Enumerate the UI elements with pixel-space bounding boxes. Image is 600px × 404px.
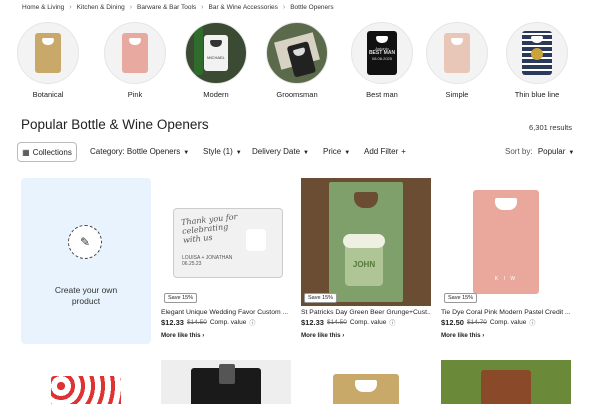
chevron-right-icon: › xyxy=(282,4,286,11)
product-image[interactable] xyxy=(333,374,399,404)
category-image xyxy=(266,22,328,84)
original-price: $14.50 xyxy=(186,319,207,326)
filter-category[interactable]: Category: Bottle Openers ▼ xyxy=(90,147,189,156)
category-image xyxy=(104,22,166,84)
category-best-man[interactable]: Antonio BEST MAN 08.08.2025 Best man xyxy=(346,22,418,99)
bottle-opener-thumbnail xyxy=(444,33,470,73)
chevron-down-icon: ▼ xyxy=(344,150,351,156)
product-card[interactable] xyxy=(301,360,431,404)
category-modern[interactable]: MICHAEL Modern xyxy=(180,22,252,99)
chevron-down-icon: ▼ xyxy=(303,150,309,156)
sale-price: $12.50 xyxy=(441,318,464,327)
product-card[interactable] xyxy=(21,360,151,404)
sale-badge: Save 15% xyxy=(164,293,198,303)
more-like-this-link[interactable]: More like this › xyxy=(441,332,571,339)
sale-price: $12.33 xyxy=(301,318,324,327)
product-name[interactable]: St Patricks Day Green Beer Grunge+Cust..… xyxy=(301,309,431,316)
page-title: Popular Bottle & Wine Openers xyxy=(21,117,209,132)
product-image[interactable] xyxy=(161,360,291,404)
product-image[interactable]: Thank you for celebrating with us LOUISA… xyxy=(161,178,291,306)
sale-badge: Save 15% xyxy=(304,293,338,303)
category-label: Botanical xyxy=(32,90,64,99)
add-filter-button[interactable]: Add Filter + xyxy=(364,147,406,156)
bottle-opener-thumbnail: MICHAEL xyxy=(204,35,228,71)
chevron-down-icon: ▼ xyxy=(568,150,575,156)
breadcrumb-bar-wine[interactable]: Bar & Wine Accessories xyxy=(209,4,278,11)
category-pink[interactable]: Pink xyxy=(99,22,171,99)
plus-icon: + xyxy=(401,147,406,156)
info-icon[interactable]: ⓘ xyxy=(529,318,535,327)
bottle-opener-thumbnail xyxy=(522,31,552,75)
category-image xyxy=(426,22,488,84)
category-label: Groomsman xyxy=(276,90,318,99)
category-groomsman[interactable]: Groomsman xyxy=(261,22,333,99)
category-label: Thin blue line xyxy=(514,90,560,99)
sort-dropdown[interactable]: Sort by: Popular ▼ xyxy=(505,147,574,156)
filter-price[interactable]: Price ▼ xyxy=(323,147,350,156)
chevron-right-icon: › xyxy=(129,4,133,11)
category-label: Pink xyxy=(127,90,143,99)
category-botanical[interactable]: Botanical xyxy=(12,22,84,99)
create-your-own-card[interactable]: ✎ Create your own product xyxy=(21,178,151,344)
product-card[interactable] xyxy=(161,360,291,404)
grid-icon: ▦ xyxy=(22,147,30,157)
product-name[interactable]: Tie Dye Coral Pink Modern Pastel Credit … xyxy=(441,309,571,316)
collections-button[interactable]: ▦ Collections xyxy=(17,142,77,162)
breadcrumb-home[interactable]: Home & Living xyxy=(22,4,64,11)
category-image xyxy=(17,22,79,84)
product-image[interactable] xyxy=(441,360,571,404)
product-card[interactable]: K I W Save 15% Tie Dye Coral Pink Modern… xyxy=(441,178,571,339)
chevron-right-icon: › xyxy=(201,4,204,11)
comp-value-label: Comp. value xyxy=(489,319,527,326)
category-carousel: Botanical Pink MICHAEL Modern Groomsman xyxy=(0,22,600,102)
chevron-down-icon: ▼ xyxy=(235,150,242,156)
chevron-down-icon: ▼ xyxy=(183,150,190,156)
category-label: Best man xyxy=(366,90,398,99)
bottle-opener-thumbnail xyxy=(35,33,61,73)
product-card[interactable]: JOHN Save 15% St Patricks Day Green Beer… xyxy=(301,178,431,339)
product-card[interactable]: Thank you for celebrating with us LOUISA… xyxy=(161,178,291,339)
bottle-opener-thumbnail xyxy=(122,33,148,73)
sale-badge: Save 15% xyxy=(444,293,478,303)
more-like-this-link[interactable]: More like this › xyxy=(301,332,431,339)
category-image xyxy=(506,22,568,84)
chevron-right-icon: › xyxy=(69,4,72,11)
breadcrumb-kitchen[interactable]: Kitchen & Dining xyxy=(77,4,125,11)
breadcrumb-barware[interactable]: Barware & Bar Tools xyxy=(137,4,196,11)
product-image[interactable]: K I W Save 15% xyxy=(441,178,571,306)
product-image[interactable]: JOHN Save 15% xyxy=(301,178,431,306)
original-price: $14.70 xyxy=(466,319,487,326)
more-like-this-link[interactable]: More like this › xyxy=(161,332,291,339)
results-count: 6,301 results xyxy=(529,123,572,132)
category-image: Antonio BEST MAN 08.08.2025 xyxy=(351,22,413,84)
breadcrumb-bottle-openers[interactable]: Bottle Openers xyxy=(290,4,333,11)
product-name[interactable]: Elegant Unique Wedding Favor Custom ... xyxy=(161,309,291,316)
info-icon[interactable]: ⓘ xyxy=(249,318,255,327)
filter-bar: ▦ Collections Category: Bottle Openers ▼ … xyxy=(17,142,577,162)
sale-price: $12.33 xyxy=(161,318,184,327)
bottle-opener-thumbnail: Antonio BEST MAN 08.08.2025 xyxy=(367,31,397,75)
original-price: $14.50 xyxy=(326,319,347,326)
category-simple[interactable]: Simple xyxy=(421,22,493,99)
filter-style[interactable]: Style (1) ▼ xyxy=(203,147,242,156)
category-image: MICHAEL xyxy=(185,22,247,84)
product-card[interactable] xyxy=(441,360,571,404)
filter-delivery-date[interactable]: Delivery Date ▼ xyxy=(252,147,309,156)
product-image[interactable] xyxy=(51,376,121,404)
breadcrumb: Home & Living › Kitchen & Dining › Barware… xyxy=(22,4,334,11)
comp-value-label: Comp. value xyxy=(349,319,387,326)
info-icon[interactable]: ⓘ xyxy=(389,318,395,327)
comp-value-label: Comp. value xyxy=(209,319,247,326)
category-label: Simple xyxy=(445,90,469,99)
magic-wand-icon: ✎ xyxy=(68,225,102,259)
category-label: Modern xyxy=(203,90,229,99)
category-thin-blue-line[interactable]: Thin blue line xyxy=(501,22,573,99)
